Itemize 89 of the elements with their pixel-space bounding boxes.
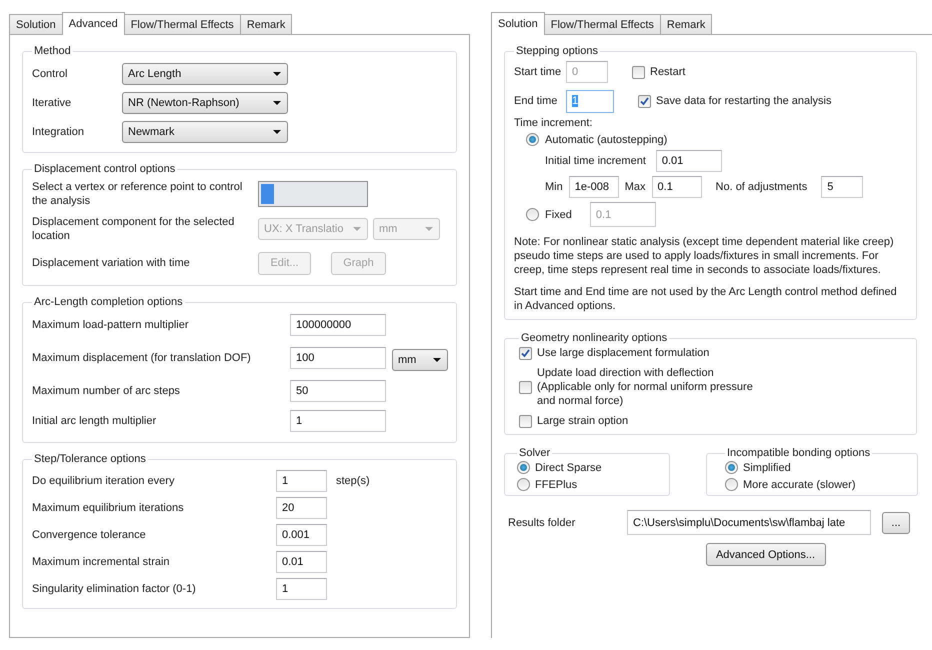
caret-icon (273, 72, 281, 76)
field-label: Results folder (508, 516, 576, 530)
checkbox-label: Save data for restarting the analysis (656, 95, 832, 107)
checkbox-label: Restart (650, 66, 686, 78)
input-field[interactable]: 1 (290, 410, 386, 432)
field-label: Iterative (32, 96, 72, 110)
group-title: Geometry nonlinearity options (520, 332, 668, 344)
radio-button[interactable] (517, 478, 530, 491)
radio-button[interactable] (725, 461, 738, 474)
group-title: Stepping options (515, 45, 599, 57)
field-label: Initial arc length multiplier (32, 414, 158, 428)
group-title: Step/Tolerance options (33, 453, 147, 465)
field-label: Integration (32, 124, 85, 138)
input-field[interactable]: 0.01 (276, 550, 327, 572)
tab[interactable]: Advanced (62, 12, 125, 35)
field-label: Maximum incremental strain (32, 554, 171, 568)
field-label: Maximum equilibrium iterations (32, 500, 185, 514)
field-label: Max (624, 181, 646, 193)
checkbox[interactable] (519, 414, 532, 428)
tab[interactable]: Remark (240, 14, 292, 34)
field-label: Maximum displacement (for translation DOF) (32, 351, 252, 365)
advanced-options-button[interactable]: Advanced Options... (706, 543, 826, 566)
input-field[interactable]: 0.1 (652, 176, 702, 198)
input-field[interactable]: 0.01 (656, 150, 722, 172)
tab[interactable]: Solution (9, 14, 63, 34)
tab[interactable]: Flow/Thermal Effects (124, 14, 241, 34)
unit-label: step(s) (336, 474, 370, 486)
input-field[interactable]: 100 (290, 347, 386, 369)
field-label: Displacement variation with time (32, 256, 191, 270)
browse-button[interactable]: ... (882, 512, 910, 534)
dropdown[interactable]: Newmark (122, 120, 288, 142)
dropdown[interactable]: Arc Length (122, 62, 288, 84)
radio-button[interactable] (526, 133, 539, 146)
field-label: Min (545, 181, 563, 193)
input-field[interactable]: 1e-008 (568, 176, 619, 198)
field-label: Select a vertex or reference point to control the analysis (32, 180, 244, 208)
checkbox[interactable] (638, 94, 651, 108)
caret-icon (433, 358, 441, 362)
caret-icon (425, 227, 433, 231)
radio-label: Fixed (545, 208, 572, 220)
dropdown[interactable]: mm (392, 349, 448, 371)
input-field[interactable]: 1 (276, 578, 327, 600)
tab[interactable]: Flow/Thermal Effects (544, 14, 661, 34)
radio-label: FFEPlus (535, 478, 578, 490)
checkbox-label: Update load direction with deflection (Applicable only for normal uniform pressure and normal force) (537, 366, 754, 408)
field-label: Convergence tolerance (32, 528, 147, 542)
field-label: Start time (514, 65, 562, 79)
input-field[interactable]: 100000000 (290, 314, 386, 336)
field-label: Control (32, 66, 68, 80)
input-field[interactable]: 0.001 (276, 524, 327, 546)
input-field[interactable]: 1 (276, 470, 327, 492)
field-label: No. of adjustments (716, 181, 808, 193)
tab[interactable]: Remark (660, 14, 712, 34)
input-field[interactable]: 20 (276, 496, 327, 518)
radio-label: Automatic (autostepping) (545, 134, 668, 146)
field-label: End time (514, 94, 558, 108)
checkbox[interactable] (632, 66, 645, 78)
radio-button[interactable] (517, 461, 530, 474)
group-title: Incompatible bonding options (726, 447, 872, 459)
input-field[interactable]: C:\Users\simplu\Documents\sw\flambaj late (627, 510, 871, 535)
field-label: Do equilibrium iteration every (32, 474, 176, 488)
note-text: Start time and End time are not used by the Arc Length control method defined in Advanced options. (514, 285, 898, 313)
radio-label: More accurate (slower) (743, 478, 856, 490)
group-title: Arc-Length completion options (33, 296, 184, 308)
checkbox-label: Large strain option (537, 414, 630, 428)
dropdown[interactable]: NR (Newton-Raphson) (122, 92, 288, 114)
radio-label: Simplified (743, 462, 791, 474)
checkbox[interactable] (519, 380, 532, 394)
field-label: Maximum load-pattern multiplier (32, 318, 190, 332)
field-label: Displacement component for the selected location (32, 215, 236, 243)
note-text: Note: For nonlinear static analysis (except time dependent material like creep) pseudo time steps are used to apply loads/fixtures in small increments. For creep, time steps represent real time in seconds to associate loads/fixtures. (514, 235, 895, 277)
field-label: Singularity elimination factor (0-1) (32, 582, 197, 596)
radio-button[interactable] (725, 478, 738, 491)
selection-field[interactable] (258, 181, 368, 207)
section-label: Time increment: (514, 117, 594, 129)
caret-icon (353, 227, 361, 231)
field-label: Initial time increment (545, 155, 646, 167)
caret-icon (273, 100, 281, 104)
tab[interactable]: Solution (491, 12, 545, 35)
checkbox-label: Use large displacement formulation (537, 346, 710, 360)
input-field[interactable]: 5 (821, 176, 864, 198)
input-field[interactable]: 50 (290, 380, 386, 402)
checkbox[interactable] (519, 346, 532, 360)
group-title: Displacement control options (33, 163, 176, 175)
field-label: Maximum number of arc steps (32, 384, 181, 398)
group-title: Method (33, 45, 72, 57)
radio-label: Direct Sparse (535, 462, 602, 474)
group-title: Solver (518, 447, 552, 459)
caret-icon (273, 130, 281, 134)
